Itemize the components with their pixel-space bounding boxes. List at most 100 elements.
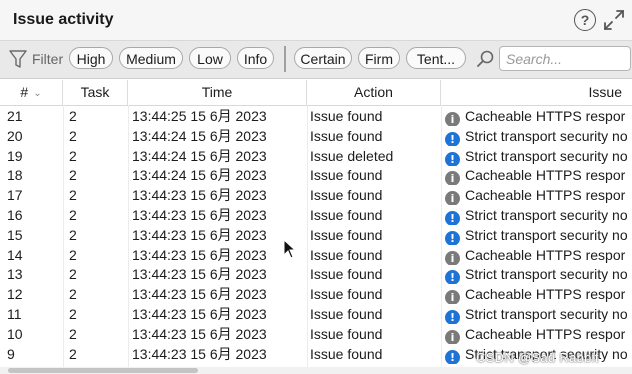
row-issue: i Cacheable HTTPS respor — [445, 324, 632, 344]
row-time: 13:44:24 15 6月 2023 — [132, 167, 267, 184]
sort-descending-icon[interactable]: ⌄ — [33, 81, 41, 106]
row-task: 2 — [69, 207, 77, 223]
row-task: 2 — [69, 345, 77, 362]
scrollbar-thumb[interactable] — [8, 368, 198, 373]
row-time: 13:44:23 15 6月 2023 — [132, 246, 267, 263]
panel-title: Issue activity — [13, 11, 114, 28]
filter-icon[interactable] — [9, 49, 27, 69]
table-row[interactable]: 21 2 13:44:25 15 6月 2023 Issue found i Cachea… — [0, 106, 632, 126]
row-id: 14 — [7, 246, 23, 263]
info-severity-icon: i — [445, 250, 460, 265]
row-time: 13:44:25 15 6月 2023 — [132, 108, 267, 124]
table-row[interactable]: 15 2 13:44:23 15 6月 2023 Issue found! Strict… — [0, 225, 632, 245]
table-row[interactable]: 10 2 13:44:23 15 6月 2023 Issue found i Cachea… — [0, 324, 632, 344]
row-time: 13:44:23 15 6月 2023 — [132, 207, 267, 223]
mouse-cursor-icon — [283, 239, 297, 259]
row-task: 2 — [69, 286, 77, 303]
column-header-task[interactable]: Task — [63, 80, 128, 105]
row-time: 13:44:24 15 6月 2023 — [132, 147, 267, 164]
row-time: 13:44:23 15 6月 2023 — [132, 325, 267, 342]
expand-icon[interactable] — [602, 8, 626, 32]
column-header-id[interactable]: # ⌄ — [0, 80, 63, 105]
filter-chip-high[interactable]: High — [69, 47, 113, 69]
row-issue: ! Strict transport security no — [445, 264, 632, 285]
filter-chip-medium[interactable]: Medium — [119, 47, 183, 69]
search-icon — [477, 50, 494, 67]
table-row[interactable]: 11 2 13:44:23 15 6月 2023 Issue found! Strict… — [0, 304, 632, 324]
row-issue-name: Cacheable HTTPS respor — [465, 187, 626, 204]
row-issue-name: Strict transport security no — [465, 207, 628, 223]
low-severity-icon: ! — [445, 151, 460, 166]
row-action: Issue found — [310, 246, 383, 263]
search-input[interactable] — [499, 46, 631, 71]
help-icon[interactable]: ? — [574, 9, 596, 31]
watermark: CSDN @Sad Rabbit — [476, 350, 599, 365]
row-id: 9 — [7, 345, 15, 362]
row-id: 11 — [7, 306, 22, 322]
table-row[interactable]: 16 2 13:44:23 15 6月 2023 Issue found! Strict… — [0, 205, 632, 225]
row-time: 13:44:23 15 6月 2023 — [132, 187, 267, 204]
info-severity-icon: i — [445, 329, 460, 344]
row-action: Issue found — [310, 167, 383, 184]
filter-chip-info[interactable]: Info — [237, 47, 274, 69]
row-task: 2 — [69, 246, 77, 263]
table-row[interactable]: 14 2 13:44:23 15 6月 2023 Issue found i Cachea… — [0, 245, 632, 265]
info-severity-icon: i — [445, 112, 460, 126]
row-action: Issue found — [310, 325, 383, 342]
table-header: # ⌄ Task Time Action Issue — [0, 80, 632, 106]
row-issue-name: Cacheable HTTPS respor — [465, 246, 626, 263]
low-severity-icon: ! — [445, 310, 460, 324]
low-severity-icon: ! — [445, 349, 460, 364]
filter-chip-tentative[interactable]: Tent... — [406, 47, 466, 69]
row-id: 19 — [7, 147, 23, 164]
row-action: Issue found — [310, 226, 383, 243]
row-action: Issue found — [310, 286, 383, 303]
row-issue: ! Strict transport security no — [445, 126, 632, 146]
row-issue-name: Cacheable HTTPS respor — [465, 286, 626, 303]
filter-chip-low[interactable]: Low — [189, 47, 231, 69]
table-row[interactable]: 13 2 13:44:23 15 6月 2023 Issue found! Strict… — [0, 264, 632, 285]
issue-activity-table: # ⌄ Task Time Action Issue 2 1 2 13:44:25 15… — [0, 80, 632, 374]
row-id: 12 — [7, 286, 23, 303]
panel-header: Issue activity ? — [0, 0, 632, 40]
row-action: Issue found — [310, 266, 383, 283]
row-issue-name: Strict transport security no — [465, 147, 628, 164]
row-id: 15 — [7, 226, 23, 243]
row-task: 2 — [69, 108, 77, 124]
table-row[interactable]: 20 2 13:44:24 15 6月 2023 Issue found! Strict… — [0, 126, 632, 146]
column-header-time[interactable]: Time — [128, 80, 307, 105]
row-time: 13:44:23 15 6月 2023 — [132, 306, 267, 322]
filter-separator — [284, 46, 286, 72]
row-task: 2 — [69, 127, 77, 144]
horizontal-scrollbar[interactable] — [0, 367, 632, 374]
row-id: 17 — [7, 187, 23, 204]
row-task: 2 — [69, 325, 77, 342]
table-row[interactable]: 19 2 13:44:24 15 6月 2023 Issue deleted! Stri… — [0, 146, 632, 166]
filter-chip-certain[interactable]: Certain — [294, 47, 352, 69]
row-action: Issue found — [310, 187, 383, 204]
row-issue: i Cacheable HTTPS respor — [445, 165, 632, 186]
row-time: 13:44:23 15 6月 2023 — [132, 226, 267, 243]
row-id: 13 — [7, 266, 23, 283]
row-task: 2 — [69, 266, 77, 283]
row-issue: i Cacheable HTTPS respor — [445, 284, 632, 305]
info-severity-icon: i — [445, 171, 460, 186]
table-row[interactable]: 12 2 13:44:23 15 6月 2023 Issue found i Cachea… — [0, 284, 632, 305]
row-issue-name: Strict transport security no — [465, 306, 628, 322]
row-action: Issue found — [310, 306, 383, 322]
column-header-action[interactable]: Action — [307, 80, 441, 105]
table-row[interactable]: 18 2 13:44:24 15 6月 2023 Issue found i Cachea… — [0, 165, 632, 186]
row-task: 2 — [69, 187, 77, 204]
table-row[interactable]: 17 2 13:44:23 15 6月 2023 Issue found i Cachea… — [0, 185, 632, 206]
row-issue: ! Strict transport security no — [445, 225, 632, 245]
row-time: 13:44:23 15 6月 2023 — [132, 345, 267, 362]
row-action: Issue deleted — [310, 147, 394, 164]
row-task: 2 — [69, 147, 77, 164]
filter-chip-firm[interactable]: Firm — [358, 47, 400, 69]
row-issue-name: Strict transport security no — [465, 266, 628, 283]
row-issue-name: Strict transport security no — [465, 226, 628, 243]
row-id: 10 — [7, 325, 23, 342]
row-issue: ! Strict transport security no — [445, 304, 632, 324]
column-header-issue[interactable]: Issue — [441, 80, 632, 105]
row-issue: i Cacheable HTTPS respor — [445, 245, 632, 265]
